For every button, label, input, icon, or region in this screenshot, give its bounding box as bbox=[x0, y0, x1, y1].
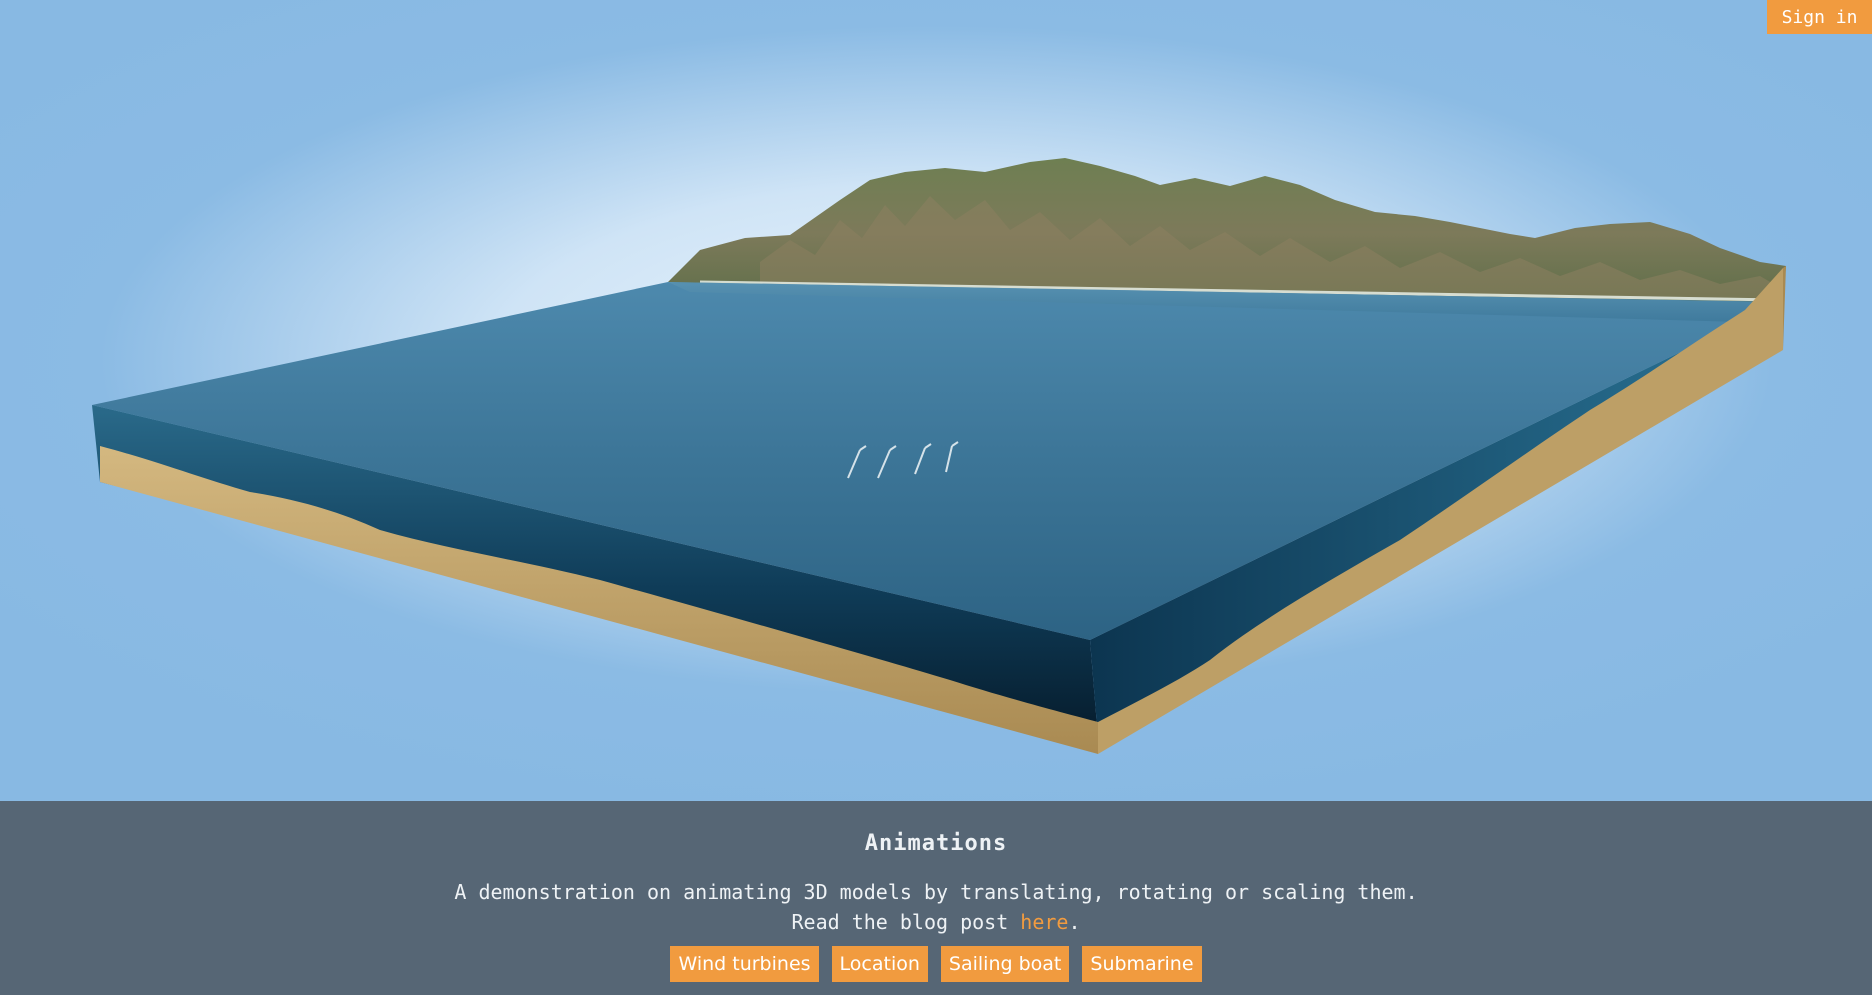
panel-title: Animations bbox=[864, 831, 1008, 856]
sign-in-button[interactable]: Sign in bbox=[1767, 0, 1872, 34]
wind-turbines-button[interactable]: Wind turbines bbox=[670, 946, 819, 982]
animation-buttons: Wind turbines Location Sailing boat Subm… bbox=[0, 946, 1872, 982]
panel-description: A demonstration on animating 3D models b… bbox=[0, 877, 1872, 937]
blog-prefix: Read the blog post bbox=[791, 910, 1021, 934]
terrain-3d-model[interactable] bbox=[0, 0, 1872, 801]
submarine-button[interactable]: Submarine bbox=[1082, 946, 1202, 982]
location-button[interactable]: Location bbox=[831, 946, 928, 982]
blog-suffix: . bbox=[1068, 910, 1081, 934]
blog-line: Read the blog post here. bbox=[0, 907, 1872, 937]
scene-viewport[interactable]: Sign in bbox=[0, 0, 1872, 801]
description-text: A demonstration on animating 3D models b… bbox=[454, 880, 1418, 904]
sailing-boat-button[interactable]: Sailing boat bbox=[940, 946, 1070, 982]
blog-post-link[interactable]: here bbox=[1020, 910, 1068, 934]
info-panel: Animations A demonstration on animating … bbox=[0, 801, 1872, 995]
